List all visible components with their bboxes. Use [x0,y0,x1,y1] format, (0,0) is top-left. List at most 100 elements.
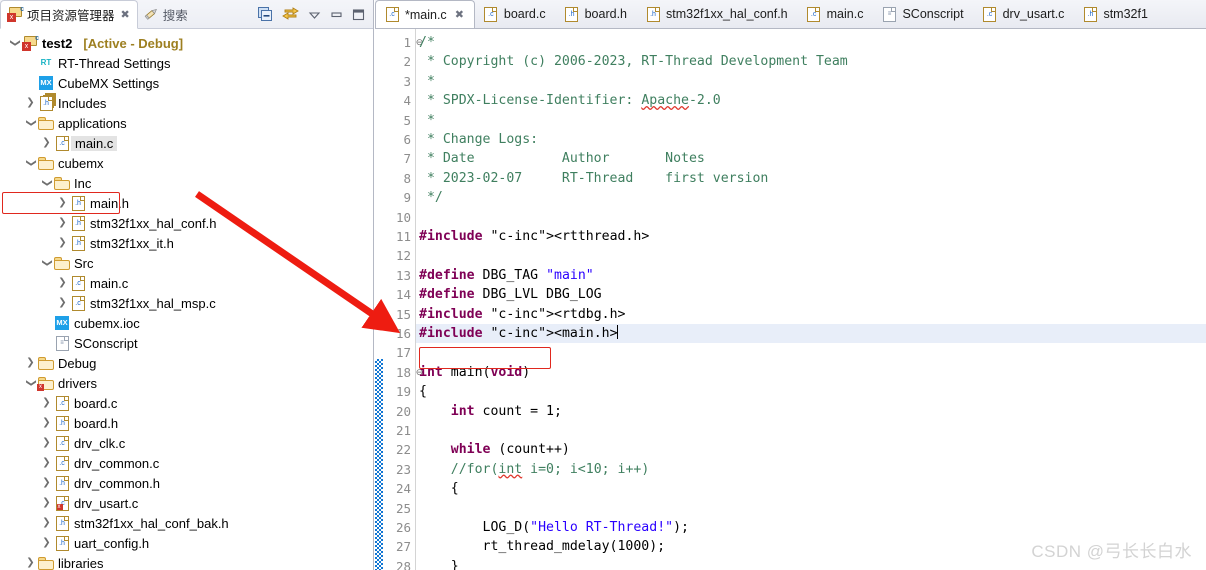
chevron-right-icon[interactable]: ❯ [56,278,69,288]
chevron-down-icon[interactable]: ❯ [26,157,37,170]
editor-tab--main-c[interactable]: .c *main.c ✖ [375,0,475,28]
code-line-2[interactable]: * Copyright (c) 2006-2023, RT-Thread Dev… [416,52,1206,71]
tab-search[interactable]: 搜索 [138,0,195,28]
editor-tab-drv-usart-c[interactable]: .c drv_usart.c [974,0,1075,28]
code-line-3[interactable]: * [416,72,1206,91]
chevron-right-icon[interactable]: ❯ [40,498,53,508]
tree-item-cubemx-settings[interactable]: MX CubeMX Settings [0,73,373,93]
chevron-right-icon[interactable]: ❯ [24,558,37,568]
tree-item-src[interactable]: ❯ Src [0,253,373,273]
code-line-19[interactable]: { [416,382,1206,401]
chevron-down-icon[interactable]: ❯ [10,37,21,50]
chevron-down-icon[interactable]: ❯ [42,177,53,190]
tree-item-board-h[interactable]: ❯ .h board.h [0,413,373,433]
chevron-right-icon[interactable]: ❯ [56,198,69,208]
code-line-18[interactable]: int main(void) [416,363,1206,382]
chevron-down-icon[interactable]: ❯ [26,117,37,130]
view-menu-icon[interactable] [308,8,321,21]
close-icon[interactable]: ✖ [455,8,464,21]
code-line-26[interactable]: LOG_D("Hello RT-Thread!"); [416,518,1206,537]
code-line-9[interactable]: */ [416,188,1206,207]
tree-item-libraries[interactable]: ❯ libraries [0,553,373,570]
tree-item-board-c[interactable]: ❯ .c board.c [0,393,373,413]
chevron-right-icon[interactable]: ❯ [40,138,53,148]
project-tree[interactable]: ❯ x c test2 [Active - Debug] RT RT-Thread Sett… [0,29,373,570]
tree-item-rt-thread-settings[interactable]: RT RT-Thread Settings [0,53,373,73]
code-line-25[interactable] [416,499,1206,518]
editor-tab-main-c[interactable]: .c main.c [798,0,874,28]
maximize-icon[interactable] [352,8,365,21]
code-line-6[interactable]: * Change Logs: [416,130,1206,149]
close-icon[interactable]: ✖ [121,8,130,21]
tree-item-inc[interactable]: ❯ Inc [0,173,373,193]
code-line-1[interactable]: /* [416,33,1206,52]
tree-item-test2[interactable]: ❯ x c test2 [Active - Debug] [0,33,373,53]
chevron-right-icon[interactable]: ❯ [24,98,37,108]
code-line-7[interactable]: * Date Author Notes [416,149,1206,168]
tree-item-cubemx[interactable]: ❯ cubemx [0,153,373,173]
tree-item-sconscript[interactable]: ≡ SConscript [0,333,373,353]
tree-item-includes[interactable]: ❯ .h Includes [0,93,373,113]
tree-item-stm32f1xx-hal-conf-bak-h[interactable]: ❯ .h stm32f1xx_hal_conf_bak.h [0,513,373,533]
chevron-right-icon[interactable]: ❯ [40,458,53,468]
tab-project-explorer[interactable]: xc 项目资源管理器 ✖ [0,0,138,29]
chevron-right-icon[interactable]: ❯ [40,478,53,488]
minimize-icon[interactable] [330,8,343,21]
code-line-12[interactable] [416,246,1206,265]
code-editor[interactable]: 1 ⊖ 2 3 4 5 6 7 8 9 10 11 12 13 14 15 16 17 18 ⊖ 19 20 21 22 23 2… [375,29,1206,570]
tree-item-stm32f1xx-hal-msp-c[interactable]: ❯ .c stm32f1xx_hal_msp.c [0,293,373,313]
h-file-icon: .h [53,515,71,531]
tree-item-main-h[interactable]: ❯ .h main.h [0,193,373,213]
chevron-right-icon[interactable]: ❯ [56,238,69,248]
tree-item-label: stm32f1xx_hal_msp.c [90,295,216,311]
editor-tab-sconscript[interactable]: ≡ SConscript [873,0,973,28]
code-line-20[interactable]: int count = 1; [416,402,1206,421]
code-line-28[interactable]: } [416,557,1206,570]
collapse-all-icon[interactable] [258,6,273,22]
tree-item-drivers[interactable]: ❯ x drivers [0,373,373,393]
code-line-11[interactable]: #include "c-inc"><rtthread.h> [416,227,1206,246]
editor-tab-board-h[interactable]: .h board.h [556,0,637,28]
code-line-15[interactable]: #include "c-inc"><rtdbg.h> [416,305,1206,324]
code-line-24[interactable]: { [416,479,1206,498]
tree-item-stm32f1xx-it-h[interactable]: ❯ .h stm32f1xx_it.h [0,233,373,253]
editor-tab-board-c[interactable]: .c board.c [475,0,556,28]
code-line-8[interactable]: * 2023-02-07 RT-Thread first version [416,169,1206,188]
chevron-right-icon[interactable]: ❯ [40,538,53,548]
editor-tab-stm32f1[interactable]: .h stm32f1 [1074,0,1157,28]
tree-item-cubemx-ioc[interactable]: MX cubemx.ioc [0,313,373,333]
chevron-right-icon[interactable]: ❯ [56,218,69,228]
code-line-10[interactable] [416,208,1206,227]
code-line-22[interactable]: while (count++) [416,440,1206,459]
code-line-14[interactable]: #define DBG_LVL DBG_LOG [416,285,1206,304]
tree-item-uart-config-h[interactable]: ❯ .h uart_config.h [0,533,373,553]
chevron-right-icon[interactable]: ❯ [24,358,37,368]
chevron-down-icon[interactable]: ❯ [26,377,37,390]
chevron-right-icon[interactable]: ❯ [40,398,53,408]
code-line-17[interactable] [416,343,1206,362]
tree-item-applications[interactable]: ❯ applications [0,113,373,133]
tree-item-drv-common-c[interactable]: ❯ .c drv_common.c [0,453,373,473]
tree-item-debug[interactable]: ❯ Debug [0,353,373,373]
chevron-right-icon[interactable]: ❯ [40,438,53,448]
chevron-down-icon[interactable]: ❯ [42,257,53,270]
tree-item-main-c[interactable]: ❯ .c main.c [0,133,373,153]
code-line-4[interactable]: * SPDX-License-Identifier: Apache-2.0 [416,91,1206,110]
code-line-16[interactable]: #include "c-inc"><main.h> [416,324,1206,344]
chevron-right-icon[interactable]: ❯ [40,518,53,528]
code-line-21[interactable] [416,421,1206,440]
code-line-5[interactable]: * [416,111,1206,130]
tree-item-main-c[interactable]: ❯ .c main.c [0,273,373,293]
tree-item-stm32f1xx-hal-conf-h[interactable]: ❯ .h stm32f1xx_hal_conf.h [0,213,373,233]
code-text[interactable]: /* * Copyright (c) 2006-2023, RT-Thread … [416,29,1206,570]
code-line-23[interactable]: //for(int i=0; i<10; i++) [416,460,1206,479]
code-line-27[interactable]: rt_thread_mdelay(1000); [416,537,1206,556]
chevron-right-icon[interactable]: ❯ [56,298,69,308]
tree-item-drv-common-h[interactable]: ❯ .h drv_common.h [0,473,373,493]
link-with-editor-icon[interactable] [282,6,299,22]
chevron-right-icon[interactable]: ❯ [40,418,53,428]
tree-item-drv-clk-c[interactable]: ❯ .c drv_clk.c [0,433,373,453]
editor-tab-stm32f1xx-hal-conf-h[interactable]: .h stm32f1xx_hal_conf.h [637,0,798,28]
code-line-13[interactable]: #define DBG_TAG "main" [416,266,1206,285]
tree-item-drv-usart-c[interactable]: ❯.cxdrv_usart.c [0,493,373,513]
